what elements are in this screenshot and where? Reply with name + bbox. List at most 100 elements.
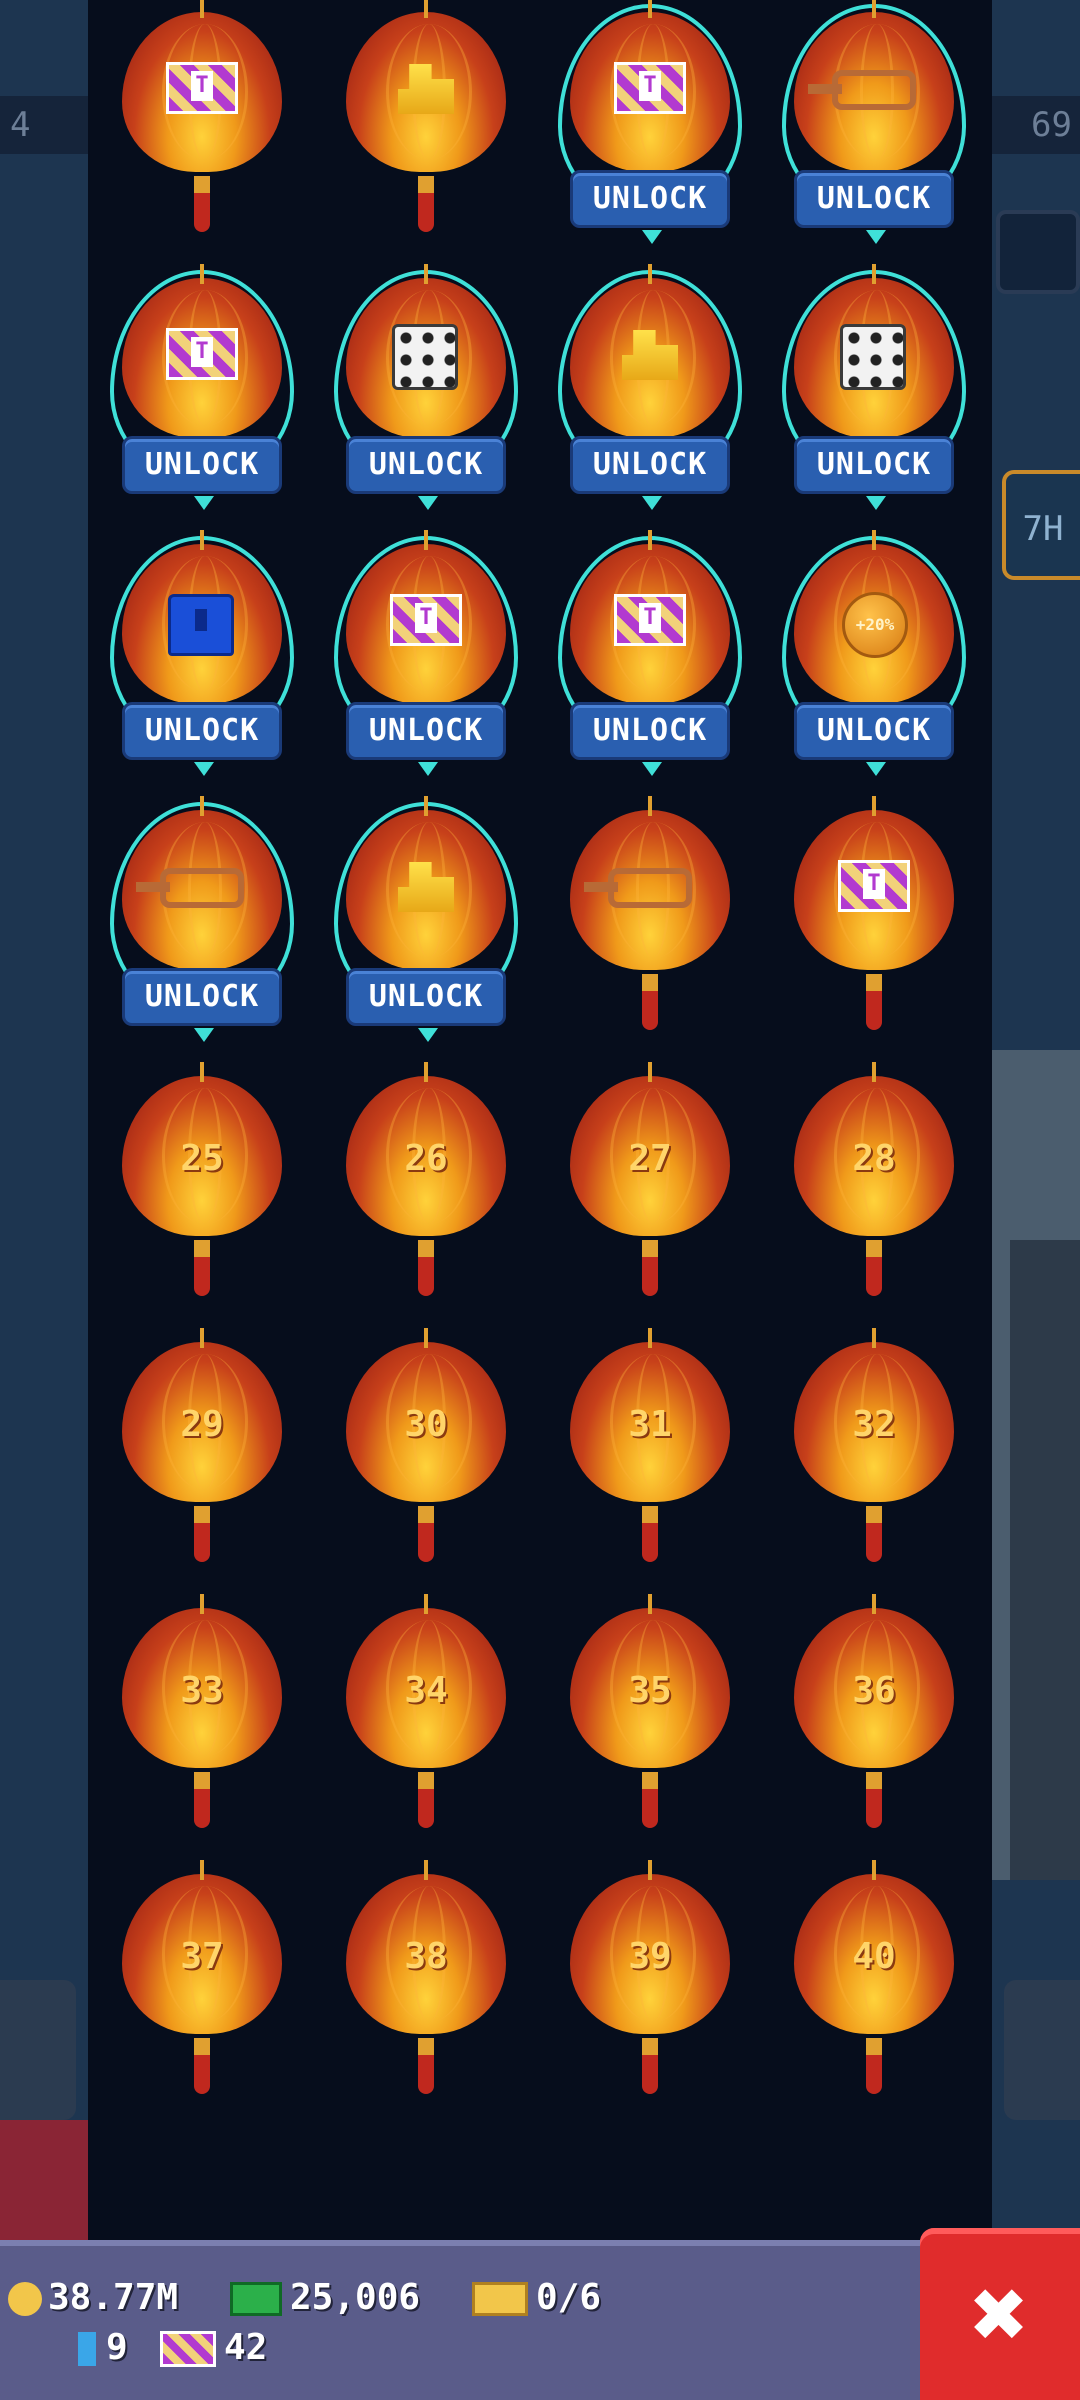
dice-icon (392, 324, 458, 390)
unlock-button[interactable]: UNLOCK (346, 436, 506, 494)
lantern-cell: 31 (550, 1328, 750, 1596)
lantern-cell[interactable]: UNLOCK (326, 264, 526, 532)
selection-pointer (642, 496, 662, 510)
unlock-button[interactable]: UNLOCK (122, 436, 282, 494)
ticket-icon: T (166, 62, 238, 114)
lantern-cell: 29 (102, 1328, 302, 1596)
key-icon (808, 70, 916, 110)
lantern-cell: 28 (774, 1062, 974, 1330)
search-icon (996, 210, 1080, 294)
unlock-button[interactable]: UNLOCK (794, 436, 954, 494)
lantern-cell: 33 (102, 1594, 302, 1862)
lantern-cell: 30 (326, 1328, 526, 1596)
lantern-cell[interactable]: UNLOCK (774, 0, 974, 266)
lantern-number: 35 (628, 1670, 672, 1711)
lantern-cell[interactable]: UNLOCK (102, 530, 302, 798)
background-elevator-button (0, 2120, 88, 2240)
lantern-number: 29 (180, 1404, 224, 1445)
lantern-number: 33 (180, 1670, 224, 1711)
lantern-number: 30 (404, 1404, 448, 1445)
lantern-cell[interactable]: T UNLOCK (550, 0, 750, 266)
lantern-cell: 32 (774, 1328, 974, 1596)
lantern-event-panel: T T UNLOCK UNLOCK T UNLOCK UNLOCK UNLOCK UNLOCK U… (88, 0, 992, 2240)
tassel-icon (642, 2038, 658, 2094)
currency-bar: 38.77M 25,006 0/6 9 42 (0, 2240, 1080, 2400)
lantern-cell: 35 (550, 1594, 750, 1862)
tassel-icon (194, 176, 210, 232)
close-icon: ✖ (971, 2258, 1029, 2370)
lantern-cell[interactable]: UNLOCK (550, 264, 750, 532)
background-timer-tab: 7H (1002, 470, 1080, 580)
tassel-icon (418, 176, 434, 232)
ticket-icon (160, 2331, 216, 2367)
lantern-cell: T (102, 0, 302, 266)
tassel-icon (418, 1772, 434, 1828)
lantern-cell: 38 (326, 1860, 526, 2128)
unlock-button[interactable]: UNLOCK (794, 170, 954, 228)
unlock-button[interactable]: UNLOCK (346, 968, 506, 1026)
background-right-counter: 69 (992, 96, 1080, 154)
lantern-cell: T (774, 796, 974, 1064)
background-left (0, 0, 88, 2240)
tickets-stat: 42 (160, 2326, 267, 2370)
unlock-button[interactable]: UNLOCK (570, 436, 730, 494)
lantern-number: 28 (852, 1138, 896, 1179)
selection-pointer (866, 496, 886, 510)
ticket-icon: T (838, 860, 910, 912)
lantern-number: 26 (404, 1138, 448, 1179)
lantern-number: 36 (852, 1670, 896, 1711)
tassel-icon (866, 1506, 882, 1562)
tassel-icon (194, 1772, 210, 1828)
background-nav-left (0, 1980, 76, 2120)
lantern-cell[interactable]: T UNLOCK (550, 530, 750, 798)
tassel-icon (418, 1240, 434, 1296)
coins-value: 38.77M (48, 2277, 179, 2318)
lantern-number: 39 (628, 1936, 672, 1977)
lantern-number: 25 (180, 1138, 224, 1179)
lantern-cell: 40 (774, 1860, 974, 2128)
ticket-icon: T (166, 328, 238, 380)
tassel-icon (418, 2038, 434, 2094)
tassel-icon (194, 2038, 210, 2094)
gold-ticket-icon (472, 2282, 528, 2316)
tassel-icon (642, 1772, 658, 1828)
unlock-button[interactable]: UNLOCK (570, 170, 730, 228)
background-left-counter: 4 (0, 96, 88, 154)
gem-icon (78, 2332, 96, 2366)
lantern-number: 40 (852, 1936, 896, 1977)
selection-pointer (194, 496, 214, 510)
unlock-button[interactable]: UNLOCK (122, 702, 282, 760)
ticket-icon: T (390, 594, 462, 646)
lantern-number: 31 (628, 1404, 672, 1445)
gold-ticket-stat: 0/6 (472, 2276, 601, 2320)
close-button[interactable]: ✖ (920, 2228, 1080, 2400)
lantern-number: 34 (404, 1670, 448, 1711)
coin-icon (8, 2282, 42, 2316)
selection-pointer (866, 762, 886, 776)
lantern-cell: 37 (102, 1860, 302, 2128)
tickets-value: 42 (224, 2327, 268, 2368)
tassel-icon (866, 1772, 882, 1828)
gold-ticket-value: 0/6 (536, 2277, 602, 2318)
ticket-icon: T (614, 594, 686, 646)
selection-pointer (642, 762, 662, 776)
dice-icon (840, 324, 906, 390)
unlock-button[interactable]: UNLOCK (794, 702, 954, 760)
lantern-cell[interactable]: T UNLOCK (102, 264, 302, 532)
lantern-cell[interactable]: UNLOCK (774, 264, 974, 532)
lantern-cell[interactable]: +20% UNLOCK (774, 530, 974, 798)
lantern-cell[interactable]: UNLOCK (326, 796, 526, 1064)
lantern-number: 32 (852, 1404, 896, 1445)
lantern-cell (326, 0, 526, 266)
tassel-icon (866, 1240, 882, 1296)
unlock-button[interactable]: UNLOCK (570, 702, 730, 760)
lantern-cell[interactable]: UNLOCK (102, 796, 302, 1064)
unlock-button[interactable]: UNLOCK (122, 968, 282, 1026)
unlock-button[interactable]: UNLOCK (346, 702, 506, 760)
tassel-icon (418, 1506, 434, 1562)
lantern-cell[interactable]: T UNLOCK (326, 530, 526, 798)
selection-pointer (866, 230, 886, 244)
lantern-cell: 34 (326, 1594, 526, 1862)
lantern-cell (550, 796, 750, 1064)
cash-stat: 25,006 (230, 2276, 420, 2320)
